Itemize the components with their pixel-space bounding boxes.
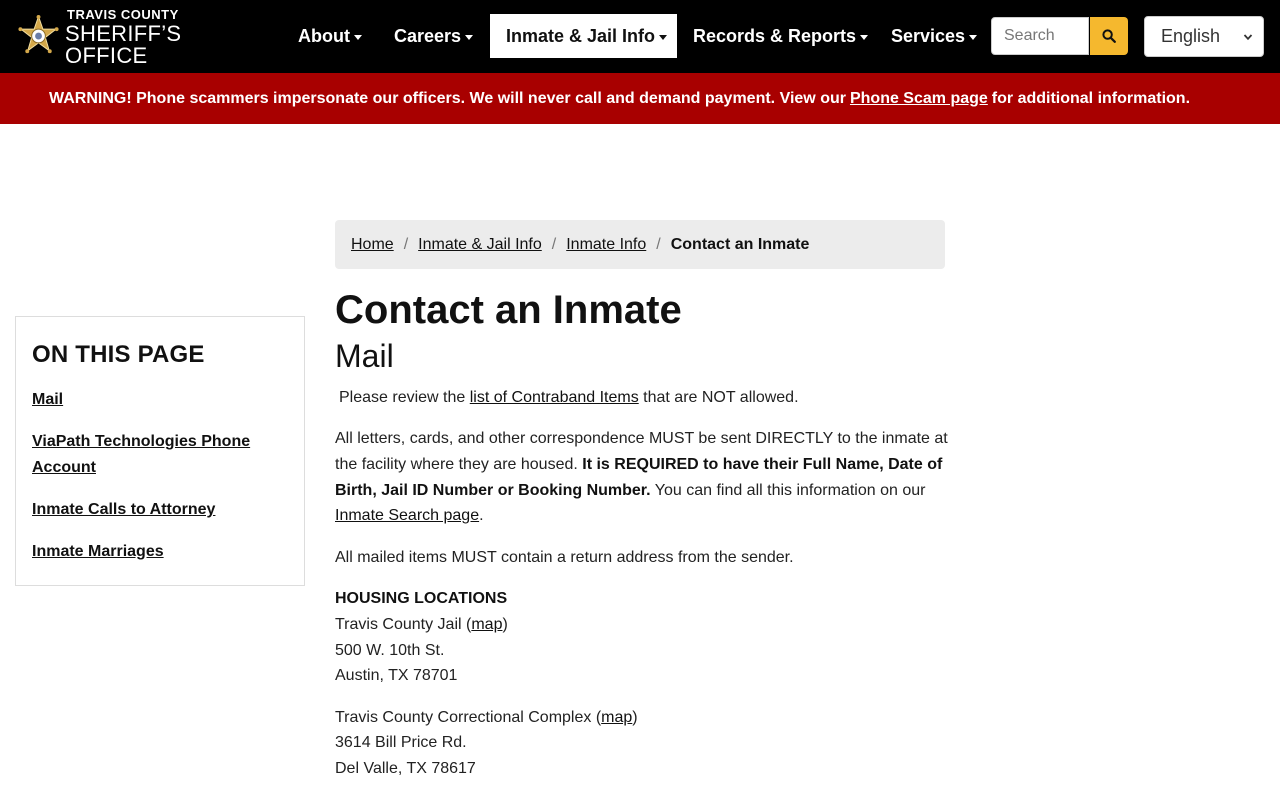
breadcrumb-current: Contact an Inmate xyxy=(670,235,810,253)
nav-careers[interactable]: Careers xyxy=(394,14,474,58)
search-button[interactable] xyxy=(1090,17,1128,55)
breadcrumb-separator: / xyxy=(403,235,409,253)
language-select[interactable]: English xyxy=(1144,16,1264,57)
location-name: Travis County Correctional Complex xyxy=(335,708,592,726)
logo-bottom-line: SHERIFF’S OFFICE xyxy=(65,20,182,68)
logo-text: TRAVIS COUNTY SHERIFF’S OFFICE xyxy=(65,8,266,67)
section-title-mail: Mail xyxy=(335,338,394,374)
caret-down-icon xyxy=(659,34,668,40)
nav-services-label: Services xyxy=(891,25,966,46)
breadcrumb-home[interactable]: Home xyxy=(351,236,394,254)
search-icon xyxy=(1102,29,1116,43)
location-name: Travis County Jail xyxy=(335,615,462,633)
housing-heading: HOUSING LOCATIONS xyxy=(335,590,508,608)
phone-scam-link[interactable]: Phone Scam page xyxy=(850,90,988,108)
location-city: Del Valle, TX 78617 xyxy=(335,759,476,777)
jail-map-link[interactable]: map xyxy=(471,616,502,633)
location-city: Austin, TX 78701 xyxy=(335,667,458,685)
p1-text: Please review the xyxy=(339,388,466,406)
sheriff-star-icon xyxy=(18,14,59,54)
sidebar-title: ON THIS PAGE xyxy=(32,341,205,368)
caret-down-icon xyxy=(860,34,869,40)
breadcrumb-separator: / xyxy=(551,235,557,253)
main-content: Contact an Inmate Mail Please review the… xyxy=(335,288,955,798)
nav-careers-label: Careers xyxy=(394,25,462,46)
sidebar-link-mail[interactable]: Mail xyxy=(32,387,288,413)
on-this-page-sidebar: ON THIS PAGE Mail ViaPath Technologies P… xyxy=(15,316,305,586)
complex-map-link[interactable]: map xyxy=(601,709,632,726)
language-selected-label: English xyxy=(1161,26,1221,46)
location-street: 3614 Bill Price Rd. xyxy=(335,734,467,752)
p2-text-2: You can find all this information on our xyxy=(654,481,926,499)
breadcrumb-separator: / xyxy=(656,235,661,253)
sidebar-link-viapath[interactable]: ViaPath Technologies Phone Account xyxy=(32,429,288,481)
page-title: Contact an Inmate xyxy=(335,288,682,332)
breadcrumb-inmate-jail-info[interactable]: Inmate & Jail Info xyxy=(418,236,542,254)
housing-correctional-complex: Travis County Correctional Complex (map)… xyxy=(335,708,638,777)
inmate-search-link[interactable]: Inmate Search page xyxy=(335,507,479,524)
sidebar-link-attorney-calls[interactable]: Inmate Calls to Attorney xyxy=(32,497,288,523)
nav-inmate-jail-info-label: Inmate & Jail Info xyxy=(506,25,656,46)
nav-services[interactable]: Services xyxy=(891,14,978,58)
nav-inmate-jail-info[interactable]: Inmate & Jail Info xyxy=(490,14,677,58)
warning-text-end: for additional information. xyxy=(991,89,1191,107)
breadcrumb: Home / Inmate & Jail Info / Inmate Info … xyxy=(335,220,945,269)
p1-text-end: that are NOT allowed. xyxy=(643,388,799,406)
nav-records-reports[interactable]: Records & Reports xyxy=(693,14,869,58)
top-navbar: TRAVIS COUNTY SHERIFF’S OFFICE About Car… xyxy=(0,0,1280,73)
caret-down-icon xyxy=(353,34,362,40)
caret-down-icon xyxy=(465,34,474,40)
nav-records-reports-label: Records & Reports xyxy=(693,25,857,46)
breadcrumb-inmate-info[interactable]: Inmate Info xyxy=(566,236,646,254)
contraband-items-link[interactable]: list of Contraband Items xyxy=(470,389,639,406)
caret-down-icon xyxy=(969,34,978,40)
return-address-paragraph: All mailed items MUST contain a return a… xyxy=(335,548,794,566)
housing-jail: HOUSING LOCATIONS Travis County Jail (ma… xyxy=(335,590,508,685)
sidebar-link-marriages[interactable]: Inmate Marriages xyxy=(32,539,288,565)
p2-period: . xyxy=(479,507,484,525)
logo-top-line: TRAVIS COUNTY xyxy=(67,6,179,22)
scam-warning-banner: WARNING! Phone scammers impersonate our … xyxy=(0,73,1280,124)
location-street: 500 W. 10th St. xyxy=(335,641,445,659)
warning-text: WARNING! Phone scammers impersonate our … xyxy=(49,89,846,107)
nav-about-label: About xyxy=(298,25,350,46)
contraband-paragraph: Please review the list of Contraband Ite… xyxy=(335,385,955,411)
chevron-down-icon xyxy=(1243,34,1253,41)
nav-about[interactable]: About xyxy=(298,14,362,58)
search-input[interactable] xyxy=(991,17,1089,55)
correspondence-paragraph: All letters, cards, and other correspond… xyxy=(335,426,955,528)
site-logo[interactable]: TRAVIS COUNTY SHERIFF’S OFFICE xyxy=(16,8,266,66)
